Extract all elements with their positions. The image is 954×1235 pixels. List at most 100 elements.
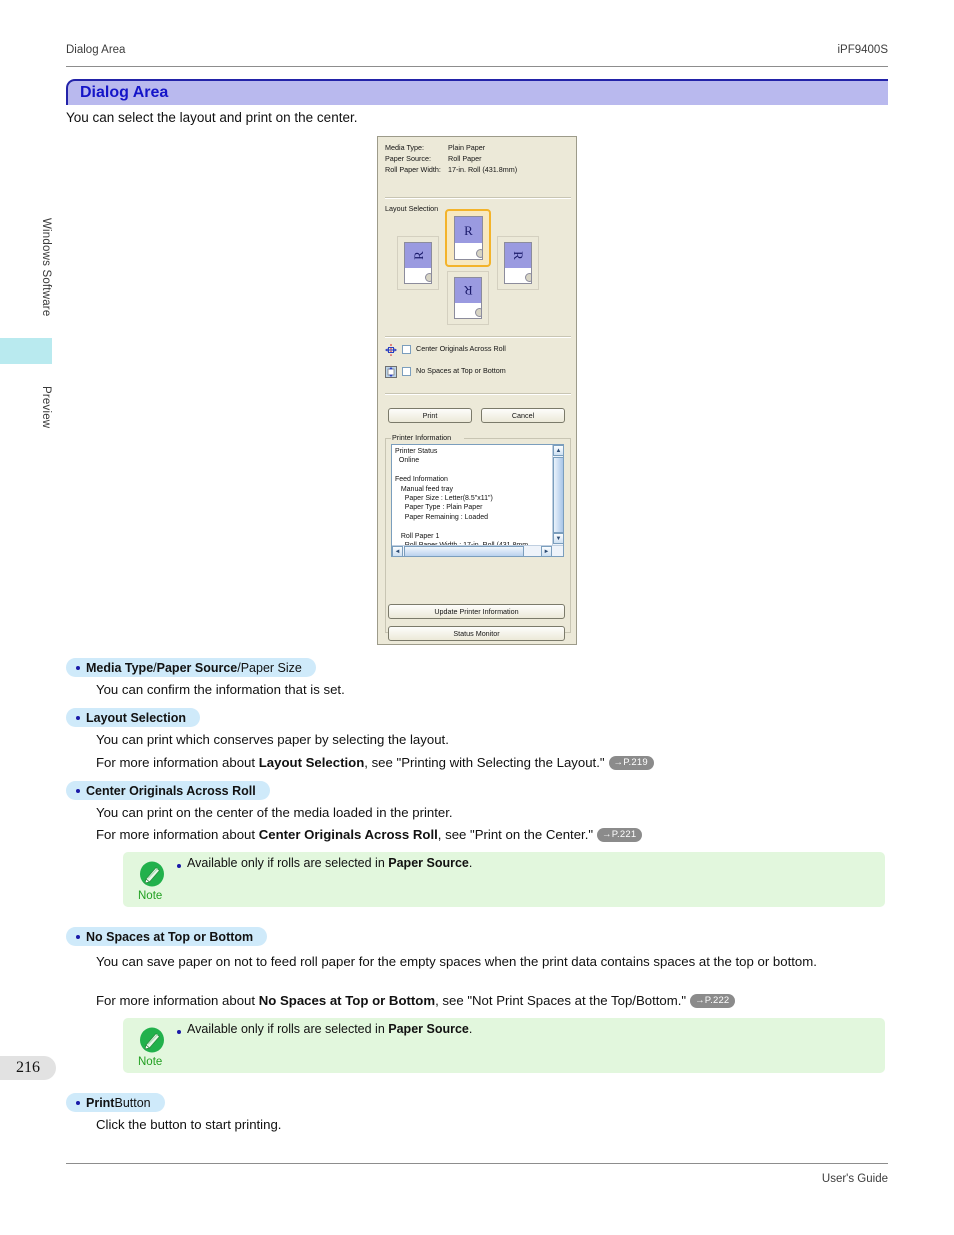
scroll-left-icon[interactable]: ◄	[392, 546, 403, 556]
note-box-no-spaces: Note Available only if rolls are selecte…	[123, 1018, 885, 1073]
bullet-icon	[76, 934, 80, 939]
note-pencil-icon	[139, 861, 165, 887]
page-title: Dialog Area	[80, 84, 169, 101]
bullet-icon	[177, 864, 181, 868]
roll-end-icon	[476, 249, 482, 258]
ref-post-text: , see "Print on the Center."	[437, 827, 594, 842]
note-pre-text: Available only if rolls are selected in	[187, 1022, 389, 1036]
scroll-up-icon[interactable]: ▲	[553, 445, 563, 456]
section-body-no-spaces-2: For more information about No Spaces at …	[96, 993, 736, 1008]
print-button[interactable]: Print	[388, 408, 472, 423]
ref-pre-text: For more information about	[96, 827, 259, 842]
footer-text: User's Guide	[821, 1173, 888, 1185]
section-body-print-button: Click the button to start printing.	[96, 1117, 282, 1132]
note-pre-text: Available only if rolls are selected in	[187, 856, 389, 870]
section-body-center-originals-1: You can print on the center of the media…	[96, 805, 453, 820]
layout-option-rotate-right[interactable]: R	[497, 236, 539, 290]
header-model-name: iPF9400S	[837, 44, 888, 56]
heading-text-no-spaces: No Spaces at Top or Bottom	[86, 929, 254, 944]
roll-end-icon	[475, 308, 481, 317]
layout-page-preview: R	[504, 242, 532, 284]
page-header: Dialog Area iPF9400S	[66, 44, 888, 67]
divider	[385, 393, 571, 395]
printer-dialog-screenshot: Media Type: Plain Paper Paper Source: Ro…	[377, 136, 577, 645]
bullet-icon	[76, 1100, 80, 1105]
section-body-layout-selection-2: For more information about Layout Select…	[96, 755, 654, 770]
layout-page-preview: R	[454, 216, 483, 260]
note-box-center-originals: Note Available only if rolls are selecte…	[123, 852, 885, 907]
page-reference-link-222[interactable]: →P.222	[690, 994, 736, 1008]
footer-divider	[66, 1163, 888, 1164]
media-info-row: Media Type: Plain Paper	[385, 143, 573, 154]
page-reference-link-219[interactable]: →P.219	[608, 756, 654, 770]
checkbox-label-center-originals: Center Originals Across Roll	[416, 344, 506, 353]
section-body-no-spaces-1: You can save paper on not to feed roll p…	[96, 954, 817, 969]
section-heading-no-spaces: No Spaces at Top or Bottom	[66, 927, 268, 946]
note-bold-text: Paper Source	[388, 1022, 469, 1036]
roll-paper-width-label: Roll Paper Width:	[385, 165, 441, 174]
ref-pre-text: For more information about	[96, 755, 259, 770]
checkbox-center-originals[interactable]	[402, 345, 411, 354]
note-post-text: .	[468, 1022, 473, 1036]
scroll-right-icon[interactable]: ►	[541, 546, 552, 556]
horizontal-scroll-thumb[interactable]	[404, 546, 524, 556]
layout-option-upright[interactable]: R	[445, 209, 491, 267]
intro-paragraph: You can select the layout and print on t…	[66, 110, 358, 125]
vertical-scrollbar[interactable]: ▲ ▼	[552, 445, 563, 556]
status-monitor-button[interactable]: Status Monitor	[388, 626, 565, 641]
media-info-row: Paper Source: Roll Paper	[385, 154, 573, 165]
roll-paper-width-value: 17-in. Roll (431.8mm)	[448, 165, 518, 174]
layout-glyph: R	[463, 282, 473, 298]
bullet-icon	[76, 665, 80, 670]
heading-bold-print: Print	[86, 1095, 115, 1110]
note-label: Note	[138, 1056, 163, 1068]
note-body-no-spaces: Available only if rolls are selected in …	[187, 1022, 472, 1036]
media-type-value: Plain Paper	[448, 143, 486, 152]
roll-end-icon	[525, 273, 531, 282]
checkbox-row-center-originals[interactable]: Center Originals Across Roll	[385, 343, 571, 357]
note-body-center-originals: Available only if rolls are selected in …	[187, 856, 472, 870]
layout-glyph: R	[510, 251, 526, 260]
page-reference-link-221[interactable]: →P.221	[597, 828, 643, 842]
roll-end-icon	[425, 273, 431, 282]
layout-ink-area: R	[405, 243, 431, 268]
section-body-layout-selection-1: You can print which conserves paper by s…	[96, 732, 449, 747]
section-body-media-type: You can confirm the information that is …	[96, 682, 345, 697]
layout-selection-label: Layout Selection	[385, 204, 439, 213]
layout-option-upside-down[interactable]: R	[447, 271, 489, 325]
checkbox-row-no-spaces[interactable]: No Spaces at Top or Bottom	[385, 365, 571, 379]
scroll-down-icon[interactable]: ▼	[553, 533, 563, 544]
vertical-scroll-thumb[interactable]	[553, 457, 563, 533]
printer-information-textbox[interactable]: Printer Status Online Feed Information M…	[391, 444, 564, 557]
ref-post-text: , see "Printing with Selecting the Layou…	[364, 755, 605, 770]
note-label: Note	[138, 890, 163, 902]
update-printer-information-button[interactable]: Update Printer Information	[388, 604, 565, 619]
bullet-icon	[76, 788, 80, 793]
paper-source-label: Paper Source:	[385, 154, 431, 163]
layout-page-preview: R	[404, 242, 432, 284]
layout-glyph: R	[410, 251, 426, 260]
layout-ink-area: R	[455, 217, 482, 244]
note-pencil-icon	[139, 1027, 165, 1053]
note-post-text: .	[468, 856, 473, 870]
cancel-button[interactable]: Cancel	[481, 408, 565, 423]
layout-page-preview: R	[454, 277, 482, 319]
ref-bold-text: Layout Selection	[258, 755, 365, 770]
center-across-roll-icon	[385, 344, 397, 356]
horizontal-scrollbar[interactable]: ◄ ►	[392, 545, 563, 556]
media-type-label: Media Type:	[385, 143, 425, 152]
section-heading-print-button: Print Button	[66, 1093, 165, 1112]
side-tab-strip: Windows Software Preview	[0, 175, 52, 440]
page-title-band: Dialog Area	[66, 79, 888, 105]
divider	[385, 336, 571, 338]
sidebar-highlight-block	[0, 338, 52, 364]
heading-text-center-originals: Center Originals Across Roll	[86, 783, 256, 798]
layout-option-rotate-left[interactable]: R	[397, 236, 439, 290]
no-spaces-top-bottom-icon	[385, 366, 397, 378]
sidebar-tab-preview: Preview	[40, 385, 52, 429]
heading-bold-media-type: Media Type	[86, 660, 154, 675]
checkbox-no-spaces[interactable]	[402, 367, 411, 376]
checkbox-label-no-spaces: No Spaces at Top or Bottom	[416, 366, 506, 375]
ref-pre-text: For more information about	[96, 993, 259, 1008]
ref-bold-text: Center Originals Across Roll	[258, 827, 438, 842]
